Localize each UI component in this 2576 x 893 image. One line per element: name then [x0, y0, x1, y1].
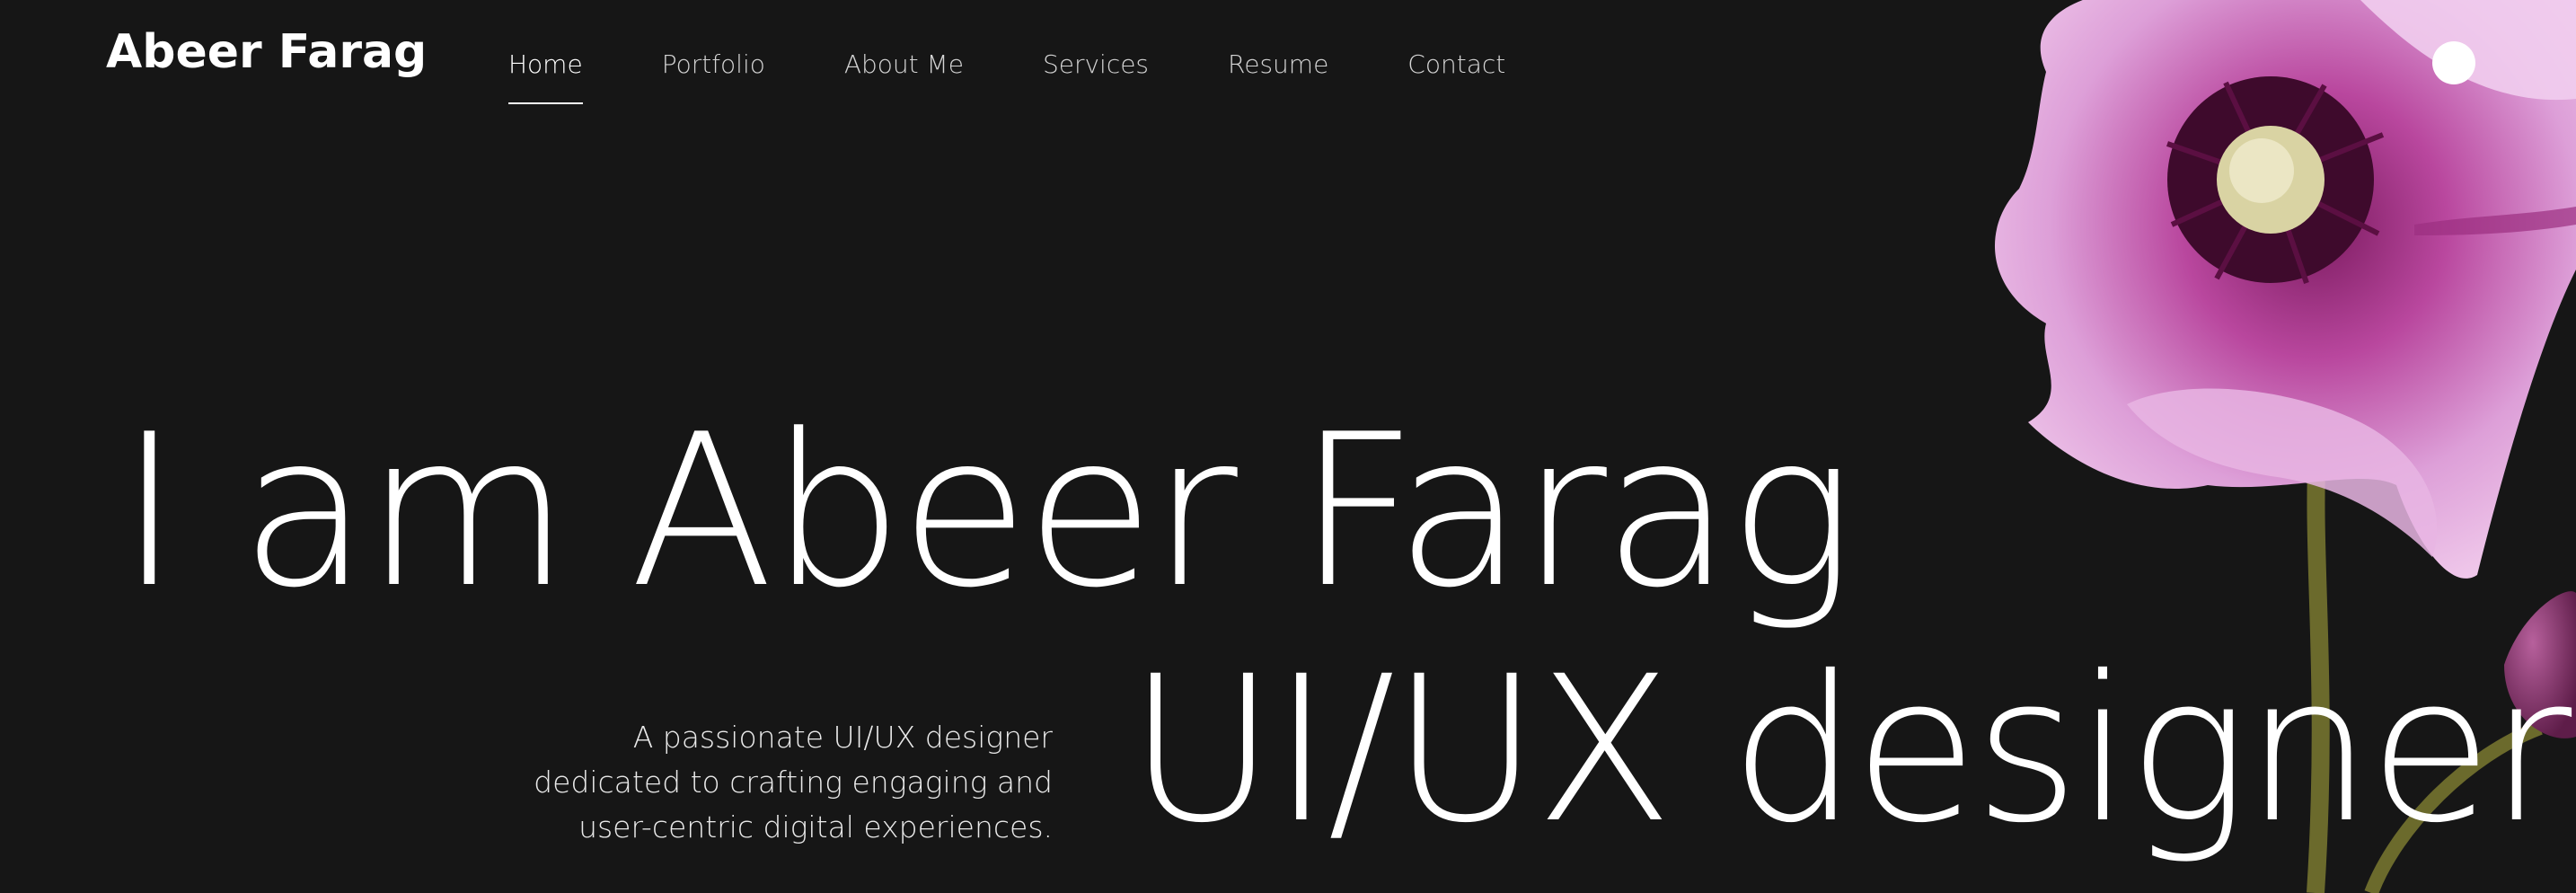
hero-role: UI/UX designer — [1128, 632, 2572, 867]
theme-toggle-button[interactable] — [2432, 41, 2475, 84]
nav-about-me[interactable]: About Me — [844, 47, 964, 83]
nav-portfolio[interactable]: Portfolio — [662, 47, 765, 83]
nav-contact[interactable]: Contact — [1407, 47, 1505, 83]
site-logo[interactable]: Abeer Farag — [106, 25, 427, 79]
main-navigation: Home Portfolio About Me Services Resume … — [508, 47, 1584, 104]
nav-resume[interactable]: Resume — [1228, 47, 1328, 83]
hero-tagline-line-3: user-centric digital experiences. — [578, 809, 1053, 844]
hero-title: I am Abeer Farag — [119, 390, 1855, 634]
nav-services[interactable]: Services — [1043, 47, 1149, 83]
hero-tagline-line-1: A passionate UI/UX designer — [632, 720, 1053, 755]
hero-tagline-line-2: dedicated to crafting engaging and — [534, 765, 1053, 800]
nav-home[interactable]: Home — [508, 47, 583, 104]
hero-tagline: A passionate UI/UX designer dedicated to… — [503, 715, 1053, 850]
